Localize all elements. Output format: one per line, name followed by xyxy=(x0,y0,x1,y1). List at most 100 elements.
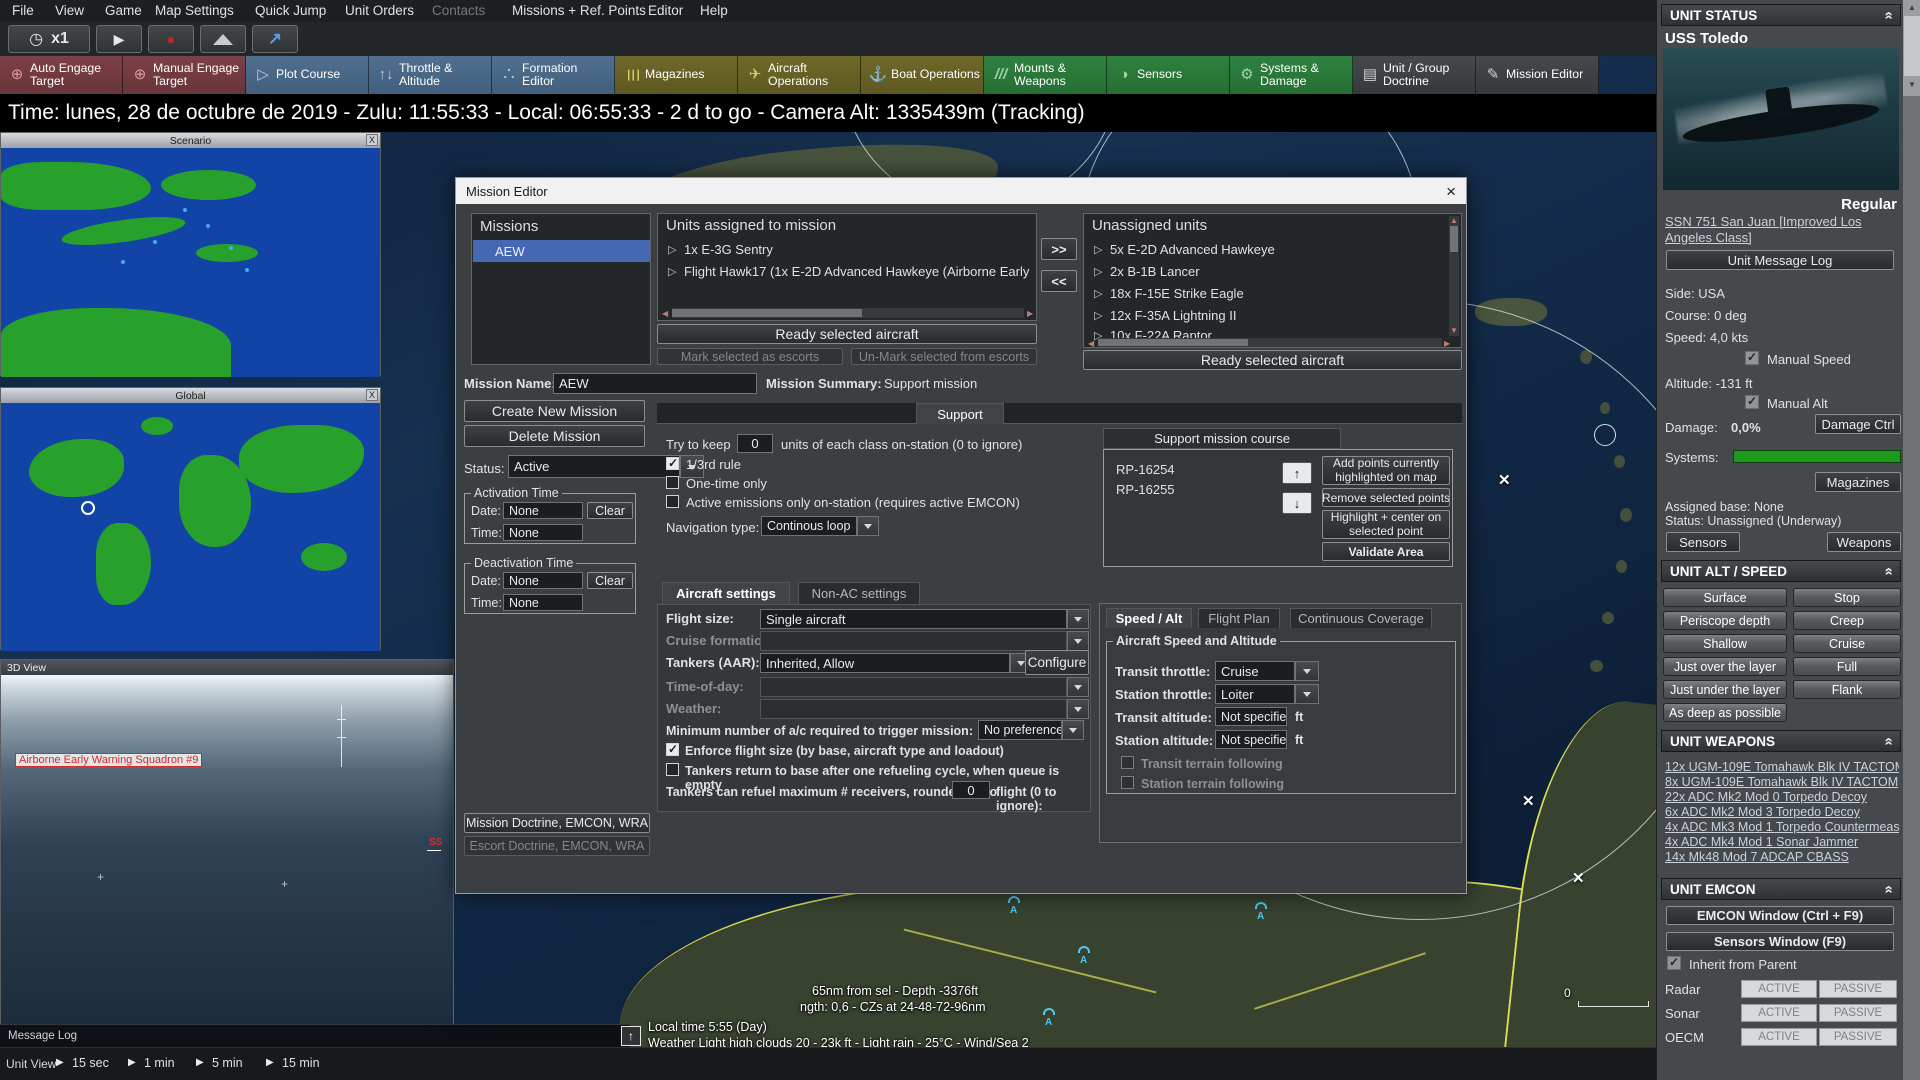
flight-size-dropdown-button[interactable] xyxy=(1067,609,1089,629)
reference-point-x[interactable]: ✕ xyxy=(1522,792,1535,810)
deactivation-date-input[interactable]: None xyxy=(503,572,583,589)
min-aircraft-dropdown-button[interactable] xyxy=(1062,720,1084,740)
one-time-only-checkbox[interactable] xyxy=(666,476,679,489)
sensors-button[interactable]: ◑Sensors xyxy=(1107,56,1230,94)
view3d-scene[interactable]: Airborne Early Warning Squadron #9 SS + … xyxy=(1,675,453,1025)
transit-throttle-dropdown[interactable]: Cruise xyxy=(1215,661,1295,681)
manual-engage-target-button[interactable]: ⊕Manual Engage Target xyxy=(123,56,246,94)
unassign-units-button[interactable]: << xyxy=(1041,270,1077,292)
depth-deep-button[interactable]: As deep as possible xyxy=(1663,703,1787,722)
hscroll-track[interactable] xyxy=(672,308,1024,318)
vscroll-track[interactable]: ▲ ▼ xyxy=(1449,216,1459,336)
unit-emcon-header[interactable]: UNIT EMCON » xyxy=(1661,878,1901,900)
collapse-icon[interactable]: » xyxy=(1879,885,1896,893)
close-icon[interactable]: × xyxy=(1446,183,1456,200)
hscroll-left-icon[interactable]: ◀ xyxy=(1088,339,1094,348)
magazines-button[interactable]: Magazines xyxy=(1815,472,1901,492)
submarine-marker[interactable]: SS xyxy=(429,837,442,848)
magazines-button[interactable]: ☰Magazines xyxy=(615,56,738,94)
add-points-button[interactable]: Add points currently highlighted on map xyxy=(1322,456,1450,485)
tab-support[interactable]: Support xyxy=(916,403,1004,424)
step-1min[interactable]: 1 min xyxy=(144,1056,175,1070)
deactivation-clear-button[interactable]: Clear xyxy=(587,572,633,589)
weather-icon[interactable]: ↑ xyxy=(621,1026,641,1046)
unit-class-link[interactable]: SSN 751 San Juan [Improved Los Angeles C… xyxy=(1665,214,1891,245)
air-contact-icon[interactable] xyxy=(1043,1008,1055,1015)
move-point-up-button[interactable]: ↑ xyxy=(1282,462,1312,484)
panel-scrollbar[interactable]: ▲ ▼ xyxy=(1903,0,1920,1080)
tab-flight-plan[interactable]: Flight Plan xyxy=(1198,608,1280,628)
mission-list-item-selected[interactable]: AEW xyxy=(473,240,650,262)
cruise-formation-dropdown[interactable] xyxy=(760,631,1067,651)
depth-shallow-button[interactable]: Shallow xyxy=(1663,634,1787,653)
step-15min[interactable]: 15 min xyxy=(282,1056,320,1070)
global-window[interactable]: Global X xyxy=(0,387,381,650)
hscroll-track[interactable] xyxy=(1098,338,1442,347)
status-dropdown[interactable]: Active xyxy=(508,455,680,478)
time-of-day-dropdown-button[interactable] xyxy=(1067,677,1089,697)
time-compression-button[interactable]: ◷ x1 xyxy=(8,25,90,53)
unassigned-unit-item[interactable]: 5x E-2D Advanced Hawkeye xyxy=(1110,242,1275,257)
radar-passive-button[interactable]: PASSIVE xyxy=(1819,980,1897,998)
step-15sec[interactable]: 15 sec xyxy=(72,1056,109,1070)
plot-course-button[interactable]: ▷Plot Course xyxy=(246,56,369,94)
sensors-button[interactable]: Sensors xyxy=(1666,532,1740,552)
message-log-bar[interactable]: Message Log xyxy=(0,1024,630,1047)
unassigned-unit-item[interactable]: 12x F-35A Lightning II xyxy=(1110,308,1236,323)
escort-doctrine-button[interactable]: Escort Doctrine, EMCON, WRA xyxy=(464,836,650,856)
ready-selected-aircraft-button-right[interactable]: Ready selected aircraft xyxy=(1083,350,1462,370)
dialog-titlebar[interactable]: Mission Editor × xyxy=(456,178,1466,204)
unassigned-unit-item[interactable]: 2x B-1B Lancer xyxy=(1110,264,1200,279)
menu-file[interactable]: File xyxy=(12,3,34,18)
deactivation-time-input[interactable]: None xyxy=(503,594,583,611)
manual-speed-checkbox[interactable] xyxy=(1745,351,1759,365)
weapon-link[interactable]: 22x ADC Mk2 Mod 0 Torpedo Decoy xyxy=(1665,790,1899,804)
emcon-window-button[interactable]: EMCON Window (Ctrl + F9) xyxy=(1666,906,1894,925)
vscroll-thumb[interactable] xyxy=(1450,226,1458,252)
throttle-altitude-button[interactable]: ↑↓Throttle & Altitude xyxy=(369,56,492,94)
expand-icon[interactable]: ▷ xyxy=(1094,265,1102,278)
depth-periscope-button[interactable]: Periscope depth xyxy=(1663,611,1787,630)
menu-quick-jump[interactable]: Quick Jump xyxy=(255,3,326,18)
jump-button[interactable]: ↗ xyxy=(252,25,298,53)
throttle-stop-button[interactable]: Stop xyxy=(1793,588,1901,607)
min-aircraft-dropdown[interactable]: No preferences xyxy=(978,720,1062,740)
menu-missions-refpoints[interactable]: Missions + Ref. Points xyxy=(512,3,646,18)
validate-area-button[interactable]: Validate Area xyxy=(1322,542,1450,561)
menu-unit-orders[interactable]: Unit Orders xyxy=(345,3,414,18)
aircraft-operations-button[interactable]: ✈Aircraft Operations xyxy=(738,56,861,94)
oecm-active-button[interactable]: ACTIVE xyxy=(1741,1028,1817,1046)
sonar-passive-button[interactable]: PASSIVE xyxy=(1819,1004,1897,1022)
one-third-rule-checkbox[interactable] xyxy=(666,457,679,470)
mounts-weapons-button[interactable]: ///Mounts & Weapons xyxy=(984,56,1107,94)
step-5min[interactable]: 5 min xyxy=(212,1056,243,1070)
menu-map-settings[interactable]: Map Settings xyxy=(155,3,234,18)
air-contact-icon[interactable] xyxy=(1008,896,1020,903)
unmark-escorts-button[interactable]: Un-Mark selected from escorts xyxy=(851,348,1037,365)
throttle-cruise-button[interactable]: Cruise xyxy=(1793,634,1901,653)
depth-surface-button[interactable]: Surface xyxy=(1663,588,1787,607)
mission-doctrine-button[interactable]: Mission Doctrine, EMCON, WRA xyxy=(464,813,650,833)
ready-selected-aircraft-button[interactable]: Ready selected aircraft xyxy=(657,324,1037,344)
hscroll-right-icon[interactable]: ▶ xyxy=(1027,309,1033,318)
tab-speed-alt[interactable]: Speed / Alt xyxy=(1106,608,1192,628)
expand-icon[interactable]: ▷ xyxy=(1094,287,1102,300)
record-button[interactable]: ● xyxy=(148,25,194,53)
weapon-link[interactable]: 4x ADC Mk3 Mod 1 Torpedo Countermeasu xyxy=(1665,820,1899,834)
close-icon[interactable]: X xyxy=(366,134,378,146)
weather-dropdown[interactable] xyxy=(760,699,1067,719)
hscroll-left-icon[interactable]: ◀ xyxy=(662,309,668,318)
hscroll-thumb[interactable] xyxy=(672,309,862,317)
expand-icon[interactable]: ▷ xyxy=(1094,309,1102,322)
global-map[interactable] xyxy=(1,403,380,651)
expand-icon[interactable]: ▷ xyxy=(668,243,676,256)
try-keep-input[interactable]: 0 xyxy=(737,434,773,453)
mark-escorts-button[interactable]: Mark selected as escorts xyxy=(657,348,843,365)
sonar-active-button[interactable]: ACTIVE xyxy=(1741,1004,1817,1022)
depth-over-layer-button[interactable]: Just over the layer xyxy=(1663,657,1787,676)
scroll-down-icon[interactable]: ▼ xyxy=(1908,80,1916,89)
highlight-point-button[interactable]: Highlight + center on selected point xyxy=(1322,510,1450,539)
unit-group-doctrine-button[interactable]: ▤Unit / Group Doctrine xyxy=(1353,56,1476,94)
collapse-icon[interactable]: » xyxy=(1879,11,1896,19)
play-button[interactable]: ▶ xyxy=(96,25,142,53)
